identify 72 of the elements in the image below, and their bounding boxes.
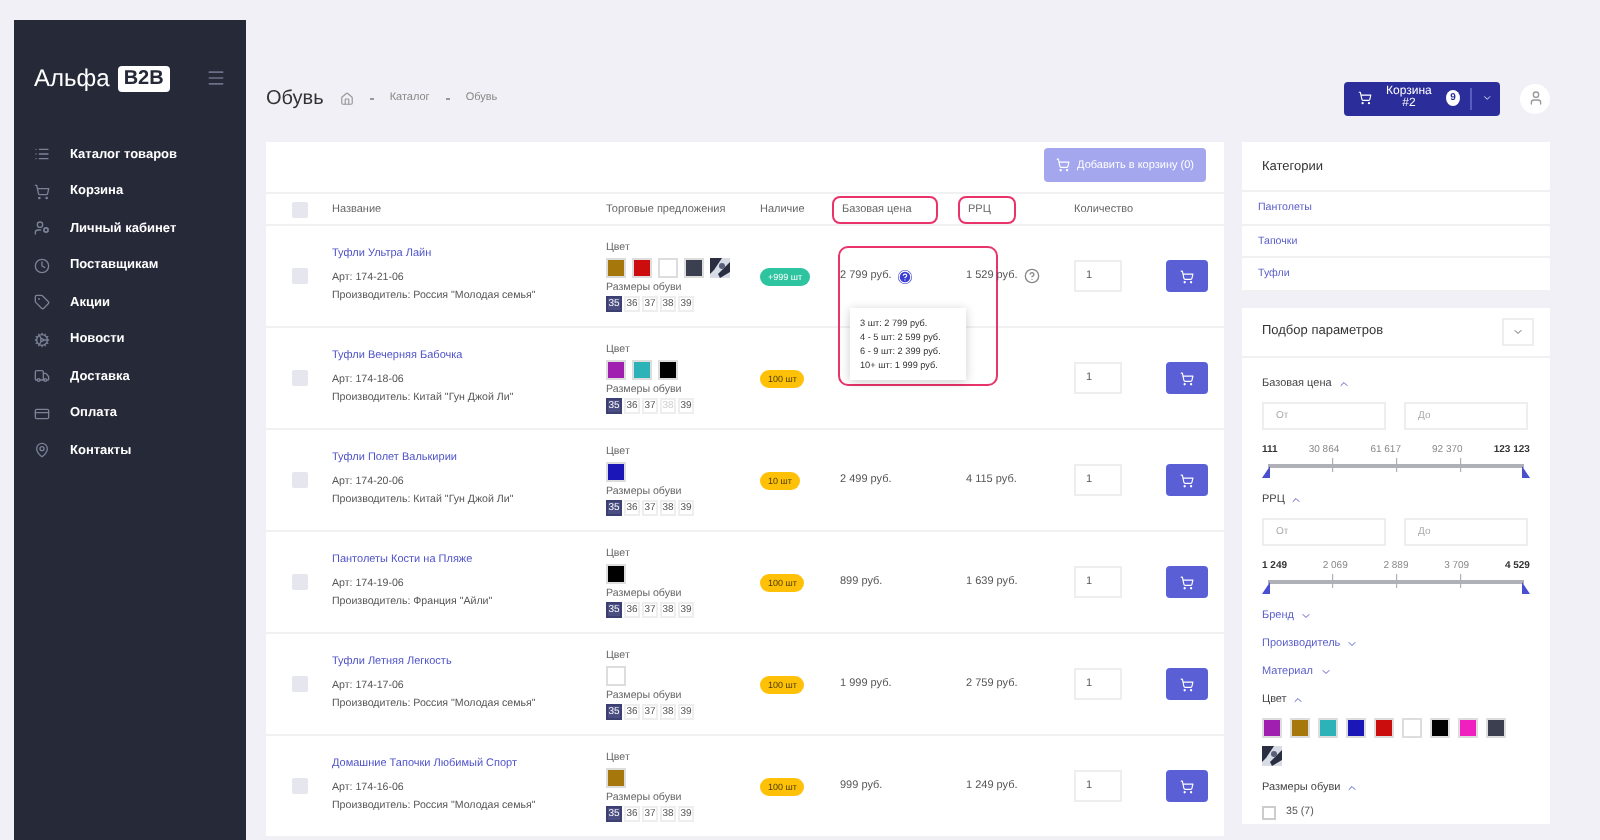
chevron-down-icon[interactable]	[1299, 609, 1312, 621]
checkbox[interactable]	[291, 370, 307, 386]
range-slider[interactable]	[1262, 457, 1530, 477]
checkbox[interactable]	[291, 472, 307, 488]
color-swatch[interactable]	[606, 767, 626, 787]
checkbox[interactable]	[291, 268, 307, 284]
color-swatch[interactable]	[606, 257, 626, 277]
truck-icon	[34, 368, 50, 385]
add-to-cart-button[interactable]	[1166, 260, 1208, 292]
cart-icon	[1180, 575, 1194, 589]
logo-badge: B2B	[117, 65, 170, 91]
help-icon[interactable]	[1023, 268, 1040, 284]
pin-icon	[34, 442, 50, 459]
cart-icon	[1180, 779, 1194, 793]
color-swatch[interactable]	[1318, 717, 1338, 737]
color-swatch[interactable]	[606, 563, 626, 583]
checkbox[interactable]	[291, 676, 307, 692]
list-icon	[34, 146, 50, 163]
color-swatch[interactable]	[658, 359, 678, 379]
info-icon[interactable]	[897, 269, 912, 283]
add-to-cart-button[interactable]	[1166, 770, 1208, 802]
range-slider[interactable]	[1262, 573, 1530, 593]
home-icon[interactable]	[339, 91, 354, 105]
chevron-up-icon[interactable]	[1292, 693, 1305, 705]
color-swatch[interactable]	[632, 359, 652, 379]
color-swatch[interactable]	[684, 257, 704, 277]
color-swatch[interactable]	[1486, 717, 1506, 737]
color-swatch[interactable]	[632, 257, 652, 277]
pattern-swatch[interactable]	[710, 257, 730, 277]
chevron-up-icon[interactable]	[1346, 781, 1359, 793]
logo-text: Альфа	[34, 64, 110, 92]
cart-icon	[1180, 269, 1194, 283]
color-swatch[interactable]	[1290, 717, 1310, 737]
cart-icon	[1180, 371, 1194, 385]
add-to-cart-button[interactable]	[1166, 566, 1208, 598]
cart-icon	[1180, 473, 1194, 487]
color-swatch[interactable]	[1374, 717, 1394, 737]
cart-icon	[1358, 90, 1372, 106]
page-title: Обувь	[266, 87, 324, 109]
color-swatch[interactable]	[606, 461, 626, 481]
card-icon	[34, 405, 50, 422]
cart-icon	[1180, 677, 1194, 691]
chevron-up-icon[interactable]	[1337, 377, 1350, 389]
chevron-down-icon[interactable]	[1346, 637, 1359, 649]
checkbox[interactable]	[1262, 805, 1276, 819]
chevron-down-icon[interactable]	[1319, 665, 1331, 677]
add-to-cart-button[interactable]	[1166, 464, 1208, 496]
color-swatch[interactable]	[1402, 717, 1422, 737]
clock-icon	[34, 257, 50, 274]
checkbox[interactable]	[291, 778, 307, 794]
color-swatch[interactable]	[1430, 717, 1450, 737]
color-swatch[interactable]	[1346, 717, 1366, 737]
avatar[interactable]	[1520, 83, 1550, 113]
tag-icon	[34, 294, 50, 311]
menu-icon[interactable]	[206, 68, 226, 88]
pattern-swatch[interactable]	[1262, 745, 1282, 765]
color-swatch[interactable]	[658, 257, 678, 277]
color-swatch[interactable]	[606, 665, 626, 685]
color-swatch[interactable]	[1458, 717, 1478, 737]
chevron-down-icon[interactable]	[1481, 92, 1492, 104]
checkbox[interactable]	[291, 201, 307, 217]
cart-icon	[34, 183, 50, 200]
gear-icon	[34, 331, 50, 348]
chevron-up-icon[interactable]	[1290, 493, 1303, 505]
user-icon	[34, 220, 50, 237]
cart-icon	[1055, 158, 1070, 172]
color-swatch[interactable]	[606, 359, 626, 379]
add-to-cart-button[interactable]	[1166, 668, 1208, 700]
add-to-cart-button[interactable]	[1166, 362, 1208, 394]
color-swatch[interactable]	[1262, 717, 1282, 737]
chevron-down-icon	[1512, 325, 1524, 337]
checkbox[interactable]	[291, 574, 307, 590]
